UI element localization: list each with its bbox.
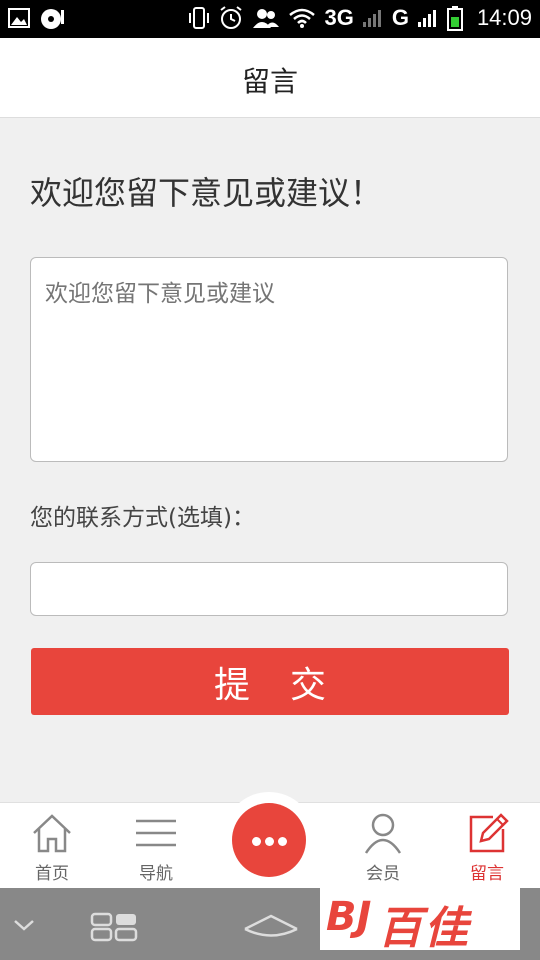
vibrate-icon [189, 7, 210, 29]
clock: 14:09 [476, 5, 532, 30]
more-dot [252, 837, 261, 846]
battery-icon [446, 6, 463, 31]
tab-message[interactable]: 留言 [435, 803, 539, 889]
wifi-icon [289, 8, 316, 28]
tab-label: 会员 [366, 864, 400, 884]
home-nav-icon[interactable] [242, 912, 300, 942]
logo-text: 百佳 [378, 903, 470, 954]
network-3g: 3G [324, 5, 354, 30]
tab-navigation[interactable]: 导航 [104, 803, 208, 889]
watermark-logo: BJ 百佳 [320, 888, 520, 954]
message-textarea[interactable] [30, 257, 508, 462]
tab-member[interactable]: 会员 [331, 803, 435, 889]
more-dot [278, 837, 287, 846]
home-icon [33, 814, 71, 853]
menu-icon [136, 819, 176, 847]
more-icon [232, 803, 306, 877]
logo-mark: BJ [326, 894, 372, 940]
header: 留言 [0, 38, 540, 118]
contact-label: 您的联系方式(选填)： [30, 505, 255, 531]
intro-text: 欢迎您留下意见或建议！ [30, 174, 383, 212]
image-icon [8, 8, 30, 28]
recent-apps-icon[interactable] [90, 912, 138, 942]
tab-label: 首页 [35, 864, 69, 884]
contacts-icon [253, 9, 280, 28]
tab-label: 留言 [470, 864, 504, 884]
chevron-down-icon[interactable] [12, 918, 36, 932]
tab-home[interactable]: 首页 [0, 803, 104, 889]
submit-button[interactable]: 提交 [31, 648, 509, 715]
network-g: G [391, 5, 409, 30]
edit-icon [469, 813, 509, 853]
more-dot [265, 837, 274, 846]
alarm-icon [220, 6, 243, 29]
contact-input[interactable] [30, 562, 508, 616]
disc-icon [41, 9, 64, 29]
signal-icon [362, 10, 381, 27]
signal-icon [417, 10, 436, 27]
more-button[interactable] [223, 792, 315, 884]
tab-label: 导航 [139, 864, 173, 884]
page-title: 留言 [241, 65, 298, 98]
status-bar: 3G G 14:09 [0, 0, 540, 38]
user-icon [364, 813, 402, 854]
